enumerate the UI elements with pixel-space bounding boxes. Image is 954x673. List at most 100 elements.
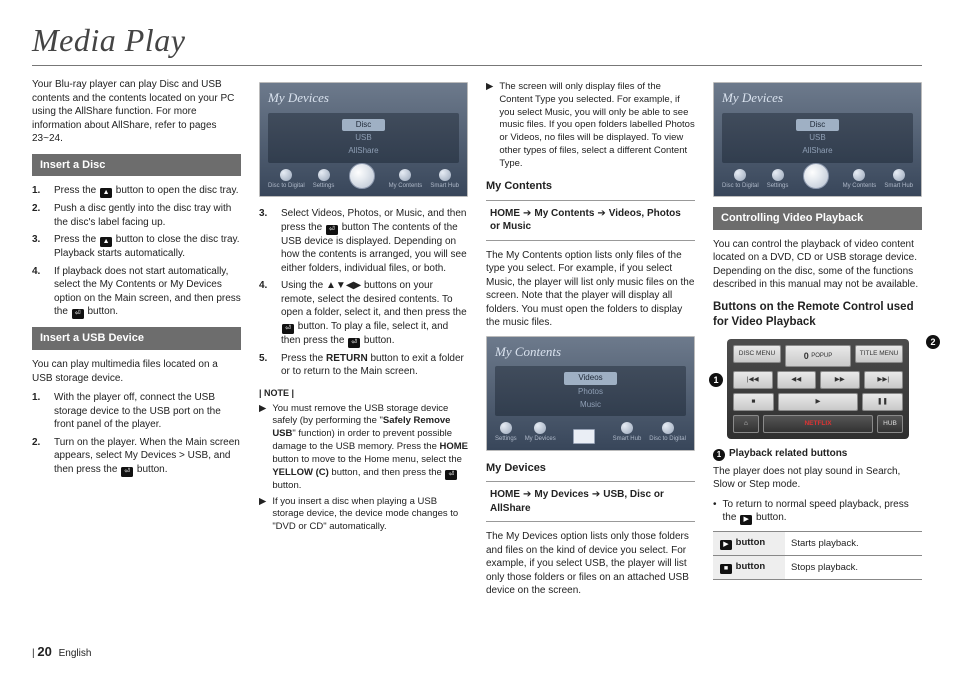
enter-icon: ⏎ [348, 338, 360, 348]
button-table: ▶ buttonStarts playback. ■ buttonStops p… [713, 531, 922, 580]
scr-title: My Contents [495, 343, 686, 361]
dock-icon [662, 422, 674, 434]
step-text: Using the ▲▼◀▶ buttons on your remote, s… [281, 279, 468, 348]
remote-body: DISC MENU 0 POPUP TITLE MENU |◀◀ ◀◀ ▶▶ ▶… [727, 339, 909, 439]
callout-1-icon: 1 [709, 373, 723, 387]
disc-icon [349, 163, 375, 189]
column-3: ▶The screen will only display files of t… [486, 78, 695, 604]
play-icon: ▶ [740, 515, 752, 525]
intro-paragraph: Your Blu-ray player can play Disc and US… [32, 78, 241, 146]
page-footer: | 20 English [32, 644, 91, 659]
screenshot-my-contents: My Contents Videos Photos Music Settings… [486, 336, 695, 451]
heading-controlling: Controlling Video Playback [713, 207, 922, 230]
scr-dock: Settings My Devices Smart Hub Disc to Di… [495, 422, 686, 443]
remote-hub-button[interactable]: HUB [877, 415, 903, 433]
scr-item: Videos [564, 372, 616, 385]
scr-item: AllShare [268, 145, 459, 158]
bullet-item: •To return to normal speed playback, pre… [713, 498, 922, 526]
dock-icon [318, 169, 330, 181]
controlling-intro: You can control the playback of video co… [713, 238, 922, 292]
step-text: Press the ▲ button to close the disc tra… [54, 233, 241, 261]
enter-icon: ⏎ [445, 470, 457, 480]
scr-title: My Devices [722, 89, 913, 107]
insert-usb-steps: 1.With the player off, connect the USB s… [32, 391, 241, 477]
note-item: ▶The screen will only display files of t… [486, 81, 695, 171]
my-contents-para: The My Contents option lists only files … [486, 249, 695, 330]
arrow-icon: ➔ [523, 488, 531, 502]
triangle-icon: ▶ [259, 403, 266, 493]
dock-icon [893, 169, 905, 181]
scr-item: USB [722, 132, 913, 145]
remote-prev-button[interactable]: |◀◀ [733, 371, 773, 389]
dock-icon [734, 169, 746, 181]
columns: Your Blu-ray player can play Disc and US… [32, 78, 922, 604]
path-my-devices: HOME➔My Devices➔USB, Disc or AllShare [486, 481, 695, 522]
scr-dock: Disc to Digital Settings My Contents Sma… [722, 169, 913, 190]
remote-figure: 1 2 DISC MENU 0 POPUP TITLE MENU |◀◀ ◀◀ … [727, 339, 922, 439]
remote-next-button[interactable]: ▶▶| [864, 371, 904, 389]
scr-pane: Videos Photos Music [495, 366, 686, 416]
stop-icon: ■ [720, 564, 732, 574]
insert-disc-steps: 1.Press the ▲ button to open the disc tr… [32, 184, 241, 319]
note-item: ▶You must remove the USB storage device … [259, 403, 468, 493]
remote-rew-button[interactable]: ◀◀ [777, 371, 817, 389]
scr-item: Disc [342, 119, 386, 132]
dock-icon [439, 169, 451, 181]
step-text: Press the ▲ button to open the disc tray… [54, 184, 241, 198]
callout-1-heading: 1Playback related buttons [713, 447, 922, 461]
triangle-icon: ▶ [259, 496, 266, 534]
scr-item: USB [268, 132, 459, 145]
callout-2-icon: 2 [926, 335, 940, 349]
step-text: Push a disc gently into the disc tray wi… [54, 202, 241, 229]
enter-icon: ⏎ [72, 309, 84, 319]
note-label: | NOTE | [259, 387, 468, 399]
step-text: With the player off, connect the USB sto… [54, 391, 241, 432]
page-title: Media Play [32, 22, 922, 59]
heading-my-contents: My Contents [486, 179, 695, 194]
playback-para: The player does not play sound in Search… [713, 465, 922, 492]
play-icon: ▶ [720, 540, 732, 550]
dock-icon [280, 169, 292, 181]
page-number: 20 [37, 644, 51, 659]
triangle-icon: ▶ [486, 81, 493, 171]
enter-icon: ⏎ [282, 324, 294, 334]
step-text: Press the RETURN button to exit a folder… [281, 352, 468, 379]
dock-icon [621, 422, 633, 434]
remote-title-menu-button[interactable]: TITLE MENU [855, 345, 903, 363]
column-4: My Devices Disc USB AllShare Disc to Dig… [713, 78, 922, 604]
enter-icon: ⏎ [121, 467, 133, 477]
usb-intro: You can play multimedia files located on… [32, 358, 241, 385]
remote-netflix-button[interactable]: NETFLIX [763, 415, 873, 433]
remote-0-button[interactable]: 0 POPUP [785, 345, 851, 367]
scr-pane: Disc USB AllShare [268, 113, 459, 163]
remote-home-button[interactable]: ⌂ [733, 415, 759, 433]
controlling-sub: Buttons on the Remote Control used for V… [713, 300, 922, 331]
title-divider [32, 65, 922, 66]
eject-icon: ▲ [100, 188, 112, 198]
dock-icon [772, 169, 784, 181]
enter-icon: ⏎ [326, 225, 338, 235]
manual-page: Media Play Your Blu-ray player can play … [0, 0, 954, 673]
table-row: ■ buttonStops playback. [713, 556, 922, 580]
arrow-icon: ➔ [597, 207, 605, 221]
dock-icon [500, 422, 512, 434]
remote-ff-button[interactable]: ▶▶ [820, 371, 860, 389]
col2-steps: 3.Select Videos, Photos, or Music, and t… [259, 207, 468, 379]
screenshot-my-devices-2: My Devices Disc USB AllShare Disc to Dig… [713, 82, 922, 197]
scr-item: Music [495, 399, 686, 412]
arrow-icon: ➔ [592, 488, 600, 502]
remote-stop-button[interactable]: ■ [733, 393, 774, 411]
note-item: ▶If you insert a disc when playing a USB… [259, 496, 468, 534]
remote-play-button[interactable]: ▶ [778, 393, 858, 411]
scr-dock: Disc to Digital Settings My Contents Sma… [268, 169, 459, 190]
remote-disc-menu-button[interactable]: DISC MENU [733, 345, 781, 363]
remote-pause-button[interactable]: ❚❚ [862, 393, 903, 411]
dock-icon [399, 169, 411, 181]
path-my-contents: HOME➔My Contents➔Videos, Photos or Music [486, 200, 695, 241]
step-text: Select Videos, Photos, or Music, and the… [281, 207, 468, 275]
arrow-icon: ➔ [523, 207, 531, 221]
page-language: English [59, 648, 92, 659]
heading-my-devices: My Devices [486, 461, 695, 476]
scr-item: Photos [495, 386, 686, 399]
step-text: Turn on the player. When the Main screen… [54, 436, 241, 477]
